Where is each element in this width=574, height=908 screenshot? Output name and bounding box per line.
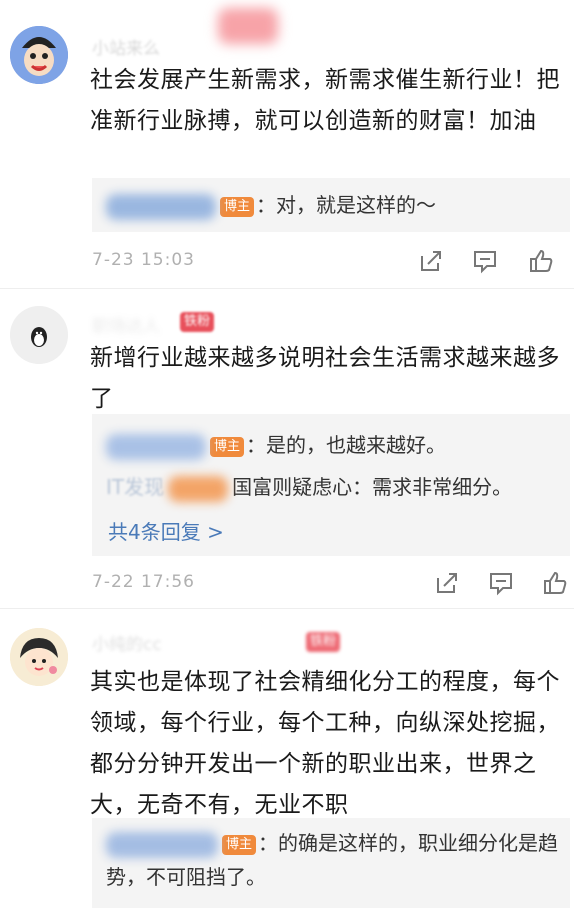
reply-author-blurred[interactable] xyxy=(106,831,218,858)
avatar[interactable] xyxy=(10,26,68,84)
reply-author-blurred xyxy=(168,475,229,502)
share-icon[interactable] xyxy=(418,248,444,274)
fan-tag: 铁粉 xyxy=(306,632,341,652)
username[interactable]: 小纯的cc xyxy=(92,630,162,655)
author-tag: 博主 xyxy=(220,196,255,217)
timestamp: 7-22 17:56 xyxy=(92,572,195,592)
like-icon[interactable] xyxy=(528,248,554,274)
comment-icon[interactable] xyxy=(472,248,498,274)
fan-tag: 铁粉 xyxy=(180,312,215,332)
timestamp: 7-23 15:03 xyxy=(92,250,195,270)
username[interactable]: 小站来么 xyxy=(92,34,160,59)
divider xyxy=(0,608,574,609)
comment-meta: 7-22 17:56 xyxy=(0,566,574,602)
reply-author-blurred[interactable] xyxy=(106,433,206,460)
reply-box[interactable]: 博主 ：是的，也越来越好。 IT发现 国富则疑虑心：需求非常细分。 共4条回复 > xyxy=(92,414,570,556)
comment-text: 社会发展产生新需求，新需求催生新行业！把准新行业脉搏，就可以创造新的财富！加油 xyxy=(90,67,560,134)
username[interactable]: 职场达人 xyxy=(92,312,160,337)
reply-text: 国富则疑虑心：需求非常细分。 xyxy=(232,475,513,499)
reply-author-blurred[interactable] xyxy=(106,193,216,220)
cartoon-girl-icon xyxy=(10,628,68,686)
cartoon-face-icon xyxy=(10,26,68,84)
reply-text: ：是的，也越来越好。 xyxy=(246,433,447,457)
reply-author[interactable]: IT发现 xyxy=(106,475,164,499)
avatar[interactable] xyxy=(10,306,68,364)
blurred-badge xyxy=(218,8,278,44)
comment-icon[interactable] xyxy=(488,570,514,596)
reply-line: 博主 ：的确是这样的，职业细分化是趋势，不可阻挡了。 xyxy=(106,826,566,889)
like-icon[interactable] xyxy=(542,570,568,596)
author-tag: 博主 xyxy=(210,436,245,457)
reply-line: IT发现 国富则疑虑心：需求非常细分。 xyxy=(106,470,512,504)
reply-text: ：对，就是这样的～ xyxy=(256,193,437,217)
author-tag: 博主 xyxy=(222,834,257,855)
avatar[interactable] xyxy=(10,628,68,686)
more-replies-link[interactable]: 共4条回复 > xyxy=(108,516,224,545)
penguin-icon xyxy=(10,306,68,364)
reply-box[interactable]: 博主 ：对，就是这样的～ xyxy=(92,178,570,232)
reply-line: 博主 ：是的，也越来越好。 xyxy=(106,428,446,462)
divider xyxy=(0,288,574,289)
share-icon[interactable] xyxy=(434,570,460,596)
reply-line: 博主 ：对，就是这样的～ xyxy=(106,188,436,222)
comment-text: 其实也是体现了社会精细化分工的程度，每个领域，每个行业，每个工种，向纵深处挖掘，… xyxy=(90,669,560,818)
reply-box[interactable]: 博主 ：的确是这样的，职业细分化是趋势，不可阻挡了。 xyxy=(92,818,570,908)
comment-text: 新增行业越来越多说明社会生活需求越来越多了 xyxy=(90,345,560,412)
comment-meta: 7-23 15:03 xyxy=(0,244,574,280)
